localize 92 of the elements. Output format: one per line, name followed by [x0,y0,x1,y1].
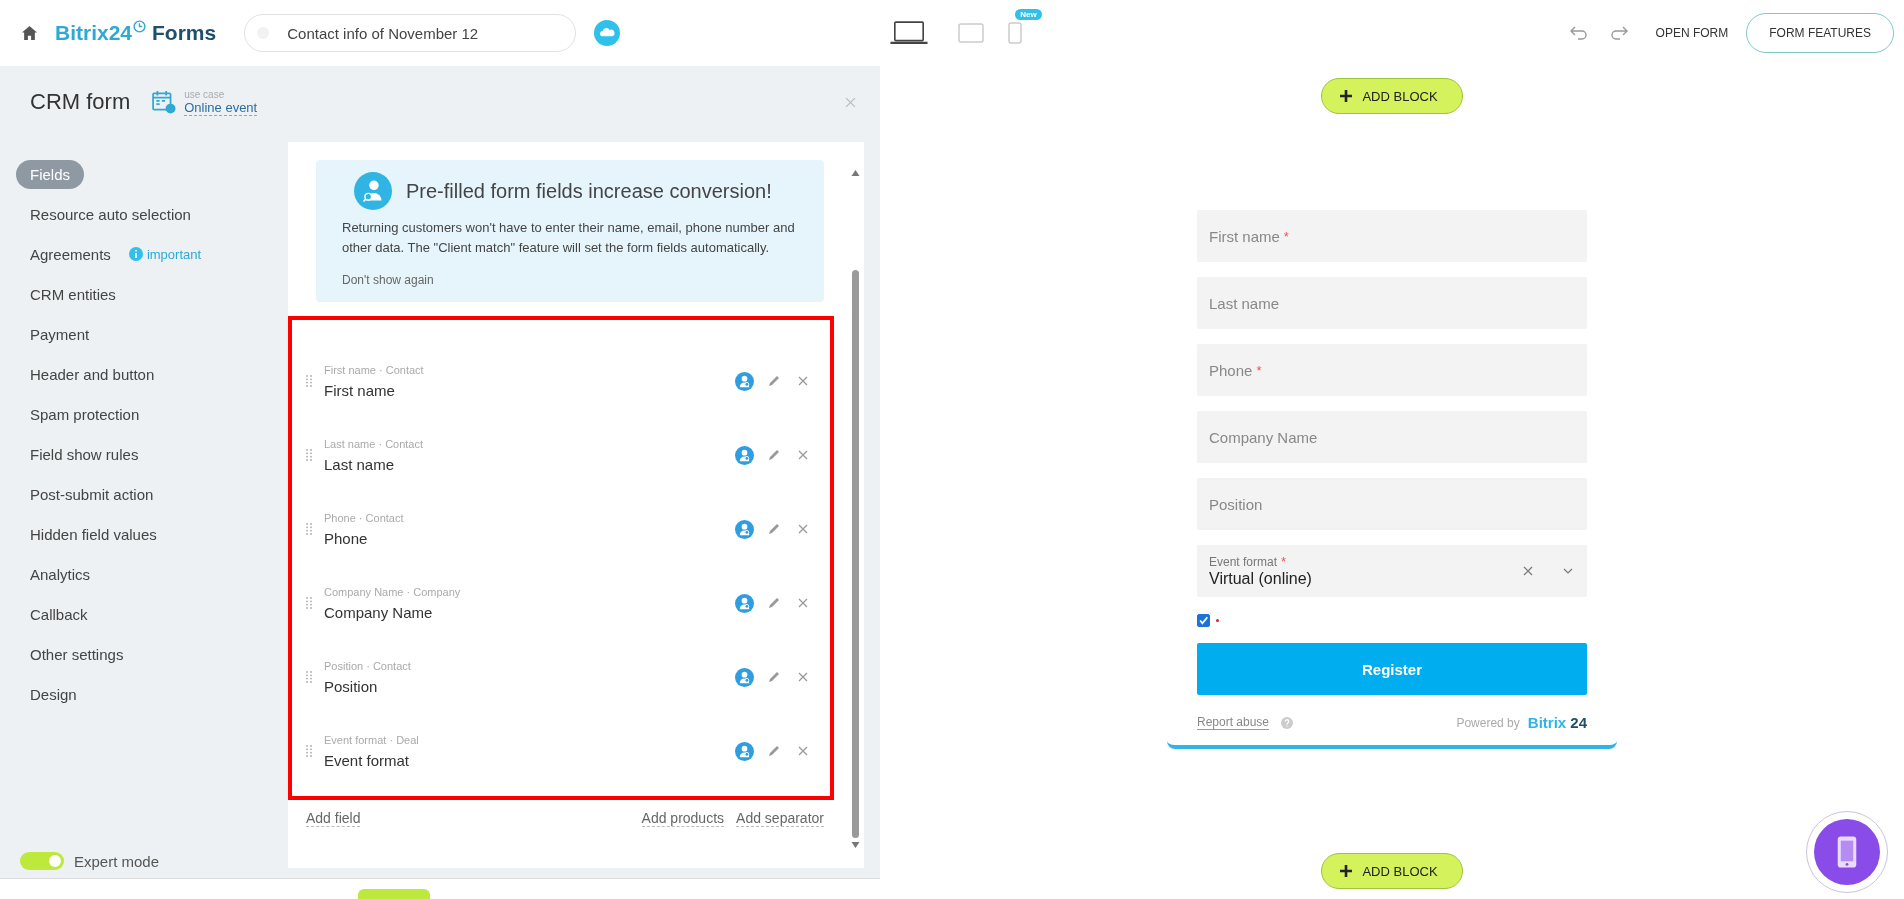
open-form-link[interactable]: OPEN FORM [1655,26,1729,40]
add-block-button[interactable]: ADD BLOCK [1321,853,1463,889]
agreement-checkbox[interactable] [1197,613,1210,627]
drag-handle-icon[interactable] [306,523,312,535]
field-caption: Event format · Deal [324,733,420,746]
field-caption: Phone · Contact [324,511,405,524]
nav-item[interactable]: Design [16,679,91,709]
nav-item[interactable]: CRM entities [16,279,130,309]
calendar-icon [152,90,177,114]
delete-icon[interactable] [798,524,808,534]
pencil-icon[interactable] [768,375,780,387]
field-caption: Company Name · Company [324,585,462,598]
field-name[interactable]: Phone [324,529,735,547]
cloud-icon[interactable] [594,20,621,46]
delete-icon[interactable] [798,746,808,756]
info-icon [128,247,143,261]
scrollbar-thumb[interactable] [851,270,859,838]
field-name[interactable]: Event format [324,751,735,769]
add-link[interactable]: Add products [641,810,725,827]
new-badge: New [1015,9,1042,20]
laptop-icon[interactable] [890,21,929,45]
tablet-icon[interactable] [958,23,985,43]
user-search-icon[interactable] [735,371,754,391]
powered-by-text: Powered by [1456,715,1520,730]
logo-product: Forms [152,21,217,45]
drag-handle-icon[interactable] [306,449,312,461]
nav-item[interactable]: Hidden field values [16,519,171,549]
close-icon[interactable] [845,96,856,108]
nav-item[interactable]: Spam protection [16,399,154,429]
dont-show-again-link[interactable]: Don't show again [342,273,434,287]
user-search-icon[interactable] [735,741,754,761]
user-search-icon [354,172,392,210]
field-name[interactable]: First name [324,381,735,399]
delete-icon[interactable] [798,598,808,608]
undo-icon[interactable] [1569,26,1588,40]
plus-icon [1340,90,1353,102]
drag-handle-icon[interactable] [306,597,312,609]
expert-mode-toggle[interactable] [20,852,64,870]
pencil-icon[interactable] [768,671,780,683]
nav-item[interactable]: Payment [16,319,104,349]
user-search-icon[interactable] [735,667,754,687]
user-search-icon[interactable] [735,593,754,613]
pencil-icon[interactable] [768,523,780,535]
promo-text: Returning customers won't have to enter their name, email, phone number and other data. The "Client match" feature will set the form fields automatically. [342,219,796,257]
select-field[interactable]: Event format * Virtual (online) [1197,545,1587,597]
drag-handle-icon[interactable] [306,745,312,757]
panel-title: CRM form [30,89,131,115]
pencil-icon[interactable] [768,597,780,609]
nav-item[interactable]: Resource auto selection [16,199,205,229]
clock-icon [133,20,147,33]
drag-handle-icon[interactable] [306,375,312,387]
use-case-link[interactable]: Online event [184,99,258,116]
use-case-label: use case [184,88,226,100]
delete-icon[interactable] [798,450,808,460]
nav-item[interactable]: Header and button [16,359,169,389]
field-caption: Position · Contact [324,659,412,672]
scroll-down-icon[interactable] [850,842,860,848]
pencil-icon[interactable] [768,449,780,461]
delete-icon[interactable] [798,376,808,386]
report-abuse-link[interactable]: Report abuse [1197,715,1270,730]
chevron-down-icon[interactable] [1563,568,1573,574]
drag-handle-icon[interactable] [306,671,312,683]
scroll-up-icon[interactable] [850,170,860,176]
add-block-button[interactable]: ADD BLOCK [1321,78,1463,114]
promo-title: Pre-filled form fields increase conversion! [406,179,772,203]
field-caption: Last name · Contact [324,437,425,450]
brand-logo[interactable]: Bitrix 24 [1527,714,1587,731]
home-icon[interactable] [22,26,37,40]
nav-item[interactable]: Agreements [16,239,125,269]
field-name[interactable]: Position [324,677,735,695]
redo-icon[interactable] [1609,26,1628,40]
field-caption: First name · Contact [324,363,425,376]
nav-item[interactable]: Other settings [16,639,138,669]
help-icon[interactable] [1281,716,1294,729]
field-name[interactable]: Last name [324,455,735,473]
add-link[interactable]: Add separator [736,810,824,827]
field-name[interactable]: Company Name [324,603,735,621]
add-field-link[interactable]: Add field [306,810,361,827]
user-search-icon[interactable] [735,519,754,539]
form-features-button[interactable]: FORM FEATURES [1746,13,1894,53]
pencil-icon[interactable] [768,745,780,757]
nav-item[interactable]: Callback [16,599,102,629]
phone-icon[interactable] [1008,22,1023,44]
user-search-icon[interactable] [735,445,754,465]
delete-icon[interactable] [798,672,808,682]
clear-icon[interactable] [1523,566,1533,576]
expert-mode-label: Expert mode [74,852,160,870]
nav-item[interactable]: Analytics [16,559,105,589]
nav-item[interactable]: Field show rules [16,439,153,469]
important-label: important [146,246,202,262]
plus-icon [1340,865,1353,877]
nav-item[interactable]: Post-submit action [16,479,168,509]
